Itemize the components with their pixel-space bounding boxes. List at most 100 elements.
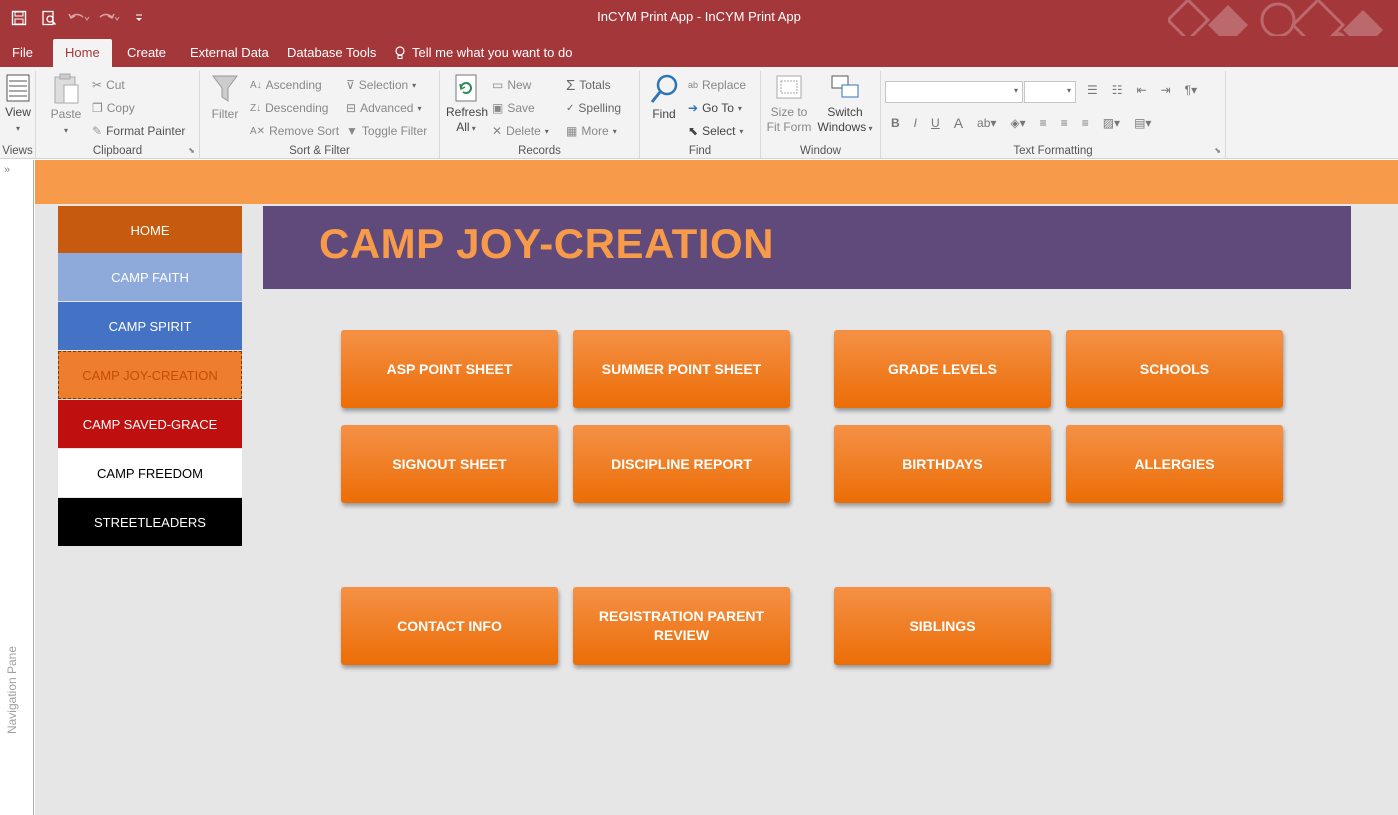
menu-camp-faith-button[interactable]: CAMP FAITH bbox=[58, 253, 242, 301]
lightbulb-icon bbox=[395, 46, 405, 59]
alternate-row-color-icon[interactable]: ▨▾ bbox=[1103, 116, 1120, 130]
navigation-pane[interactable]: » Navigation Pane bbox=[0, 160, 34, 815]
view-label: View bbox=[5, 105, 31, 119]
birthdays-button[interactable]: BIRTHDAYS bbox=[834, 425, 1051, 503]
tab-create[interactable]: Create bbox=[115, 39, 178, 67]
menu-streetleaders-button[interactable]: STREETLEADERS bbox=[58, 498, 242, 546]
filter-label: Filter bbox=[211, 107, 239, 121]
remove-sort-button[interactable]: A✕ Remove Sort bbox=[250, 121, 339, 141]
bold-button[interactable]: B bbox=[891, 116, 900, 130]
menu-camp-saved-grace-button[interactable]: CAMP SAVED-GRACE bbox=[58, 400, 242, 448]
advanced-button[interactable]: ⊟ Advanced ▾ bbox=[346, 98, 421, 118]
ascending-button[interactable]: A↓ Ascending bbox=[250, 75, 322, 95]
increase-indent-icon[interactable]: ⇥ bbox=[1161, 83, 1171, 97]
size-to-fit-form-button[interactable]: Size to Fit Form bbox=[765, 73, 813, 135]
switch-label-1: Switch bbox=[827, 105, 863, 119]
highlight-icon[interactable]: ab▾ bbox=[977, 116, 996, 130]
sort-ascending-icon: A↓ bbox=[250, 79, 262, 91]
arrow-right-icon: ➔ bbox=[688, 101, 699, 115]
font-size-dropdown[interactable]: ▾ bbox=[1024, 81, 1076, 103]
views-group-label: Views bbox=[2, 145, 33, 157]
new-record-icon: ▭ bbox=[492, 78, 504, 92]
filter-button[interactable]: Filter bbox=[208, 73, 242, 122]
title-banner: CAMP JOY-CREATION bbox=[263, 206, 1351, 289]
align-right-icon[interactable]: ≡ bbox=[1082, 116, 1089, 130]
signout-sheet-button[interactable]: SIGNOUT SHEET bbox=[341, 425, 558, 503]
replace-icon: ab bbox=[688, 80, 699, 90]
clipboard-group: Paste ▾ ✂ Cut ❐ Copy ✎ Format Painter Clipbo… bbox=[36, 71, 200, 159]
tell-me-box[interactable]: Tell me what you want to do bbox=[394, 39, 572, 67]
siblings-button[interactable]: SIBLINGS bbox=[834, 587, 1051, 665]
font-name-dropdown[interactable]: ▾ bbox=[885, 81, 1023, 103]
find-label: Find bbox=[652, 107, 676, 121]
bullets-icon[interactable]: ☰ bbox=[1087, 83, 1098, 97]
spelling-label: Spelling bbox=[578, 101, 622, 115]
goto-button[interactable]: ➔ Go To ▾ bbox=[688, 98, 742, 118]
paintbrush-icon: ✎ bbox=[92, 124, 103, 138]
paste-label: Paste bbox=[50, 107, 82, 121]
align-left-icon[interactable]: ≡ bbox=[1040, 116, 1047, 130]
numbering-icon[interactable]: ☷ bbox=[1112, 83, 1123, 97]
descending-button[interactable]: Z↓ Descending bbox=[250, 98, 328, 118]
dialog-launcher-icon[interactable]: ⬊ bbox=[188, 146, 195, 155]
asp-point-sheet-button[interactable]: ASP POINT SHEET bbox=[341, 330, 558, 408]
chevron-down-icon: ▾ bbox=[1066, 86, 1071, 95]
registration-parent-review-button[interactable]: REGISTRATION PARENT REVIEW bbox=[573, 587, 790, 665]
menu-camp-spirit-button[interactable]: CAMP SPIRIT bbox=[58, 302, 242, 350]
toggle-filter-button[interactable]: ▼ Toggle Filter bbox=[346, 121, 427, 141]
tab-file[interactable]: File bbox=[0, 39, 45, 67]
new-record-button[interactable]: ▭ New bbox=[492, 75, 531, 95]
fill-color-icon[interactable]: ◈▾ bbox=[1010, 116, 1025, 130]
underline-button[interactable]: U bbox=[931, 116, 940, 130]
totals-button[interactable]: Σ Totals bbox=[566, 75, 611, 95]
italic-button[interactable]: I bbox=[914, 116, 917, 130]
replace-label: Replace bbox=[702, 78, 747, 92]
align-center-icon[interactable]: ≡ bbox=[1061, 116, 1068, 130]
replace-button[interactable]: ab Replace bbox=[688, 75, 746, 95]
allergies-button[interactable]: ALLERGIES bbox=[1066, 425, 1283, 503]
find-button[interactable]: Find bbox=[646, 73, 682, 122]
size-to-fit-label-2: Fit Form bbox=[766, 120, 812, 134]
schools-button[interactable]: SCHOOLS bbox=[1066, 330, 1283, 408]
dialog-launcher-icon[interactable]: ⬊ bbox=[1214, 146, 1221, 155]
selection-button[interactable]: ⊽ Selection ▾ bbox=[346, 75, 416, 95]
paragraph-direction-icon[interactable]: ¶▾ bbox=[1185, 83, 1197, 97]
contact-info-button[interactable]: CONTACT INFO bbox=[341, 587, 558, 665]
cut-button[interactable]: ✂ Cut bbox=[92, 75, 125, 95]
refresh-all-label: All bbox=[456, 120, 470, 134]
discipline-report-button[interactable]: DISCIPLINE REPORT bbox=[573, 425, 790, 503]
sort-descending-icon: Z↓ bbox=[250, 102, 262, 114]
grade-levels-button[interactable]: GRADE LEVELS bbox=[834, 330, 1051, 408]
decrease-indent-icon[interactable]: ⇤ bbox=[1137, 83, 1147, 97]
copy-button[interactable]: ❐ Copy bbox=[92, 98, 135, 118]
selection-filter-icon: ⊽ bbox=[346, 78, 355, 92]
paste-button[interactable]: Paste ▾ bbox=[46, 73, 86, 138]
clipboard-group-label: Clipboard bbox=[92, 145, 143, 157]
view-icon bbox=[6, 74, 30, 102]
view-button[interactable]: View ▾ bbox=[2, 73, 34, 136]
delete-record-button[interactable]: ✕ Delete ▾ bbox=[492, 121, 549, 141]
gridlines-icon[interactable]: ▤▾ bbox=[1134, 116, 1151, 130]
tab-database-tools[interactable]: Database Tools bbox=[275, 39, 388, 67]
menu-camp-freedom-button[interactable]: CAMP FREEDOM bbox=[58, 449, 242, 497]
text-formatting-group-label: Text Formatting bbox=[1013, 145, 1093, 157]
summer-point-sheet-button[interactable]: SUMMER POINT SHEET bbox=[573, 330, 790, 408]
spelling-button[interactable]: ✓ Spelling bbox=[566, 98, 621, 118]
magnifier-icon bbox=[650, 74, 678, 103]
save-record-button[interactable]: ▣ Save bbox=[492, 98, 535, 118]
switch-windows-button[interactable]: Switch Windows ▾ bbox=[815, 73, 875, 136]
tab-home[interactable]: Home bbox=[53, 39, 112, 67]
tab-external-data[interactable]: External Data bbox=[178, 39, 281, 67]
copy-icon: ❐ bbox=[92, 101, 103, 115]
select-button[interactable]: ⬉ Select ▾ bbox=[688, 121, 743, 141]
menu-home-button[interactable]: HOME bbox=[58, 206, 242, 254]
format-painter-button[interactable]: ✎ Format Painter bbox=[92, 121, 185, 141]
font-color-button[interactable]: A bbox=[954, 115, 963, 131]
refresh-all-button[interactable]: Refresh All ▾ bbox=[446, 73, 488, 136]
format-painter-label: Format Painter bbox=[106, 124, 186, 138]
more-button[interactable]: ▦ More ▾ bbox=[566, 121, 617, 141]
navigation-pane-label: Navigation Pane bbox=[5, 645, 19, 735]
menu-camp-joy-creation-button[interactable]: CAMP JOY-CREATION bbox=[58, 351, 242, 399]
expand-navigation-icon[interactable]: » bbox=[4, 164, 10, 176]
goto-label: Go To bbox=[702, 101, 734, 115]
